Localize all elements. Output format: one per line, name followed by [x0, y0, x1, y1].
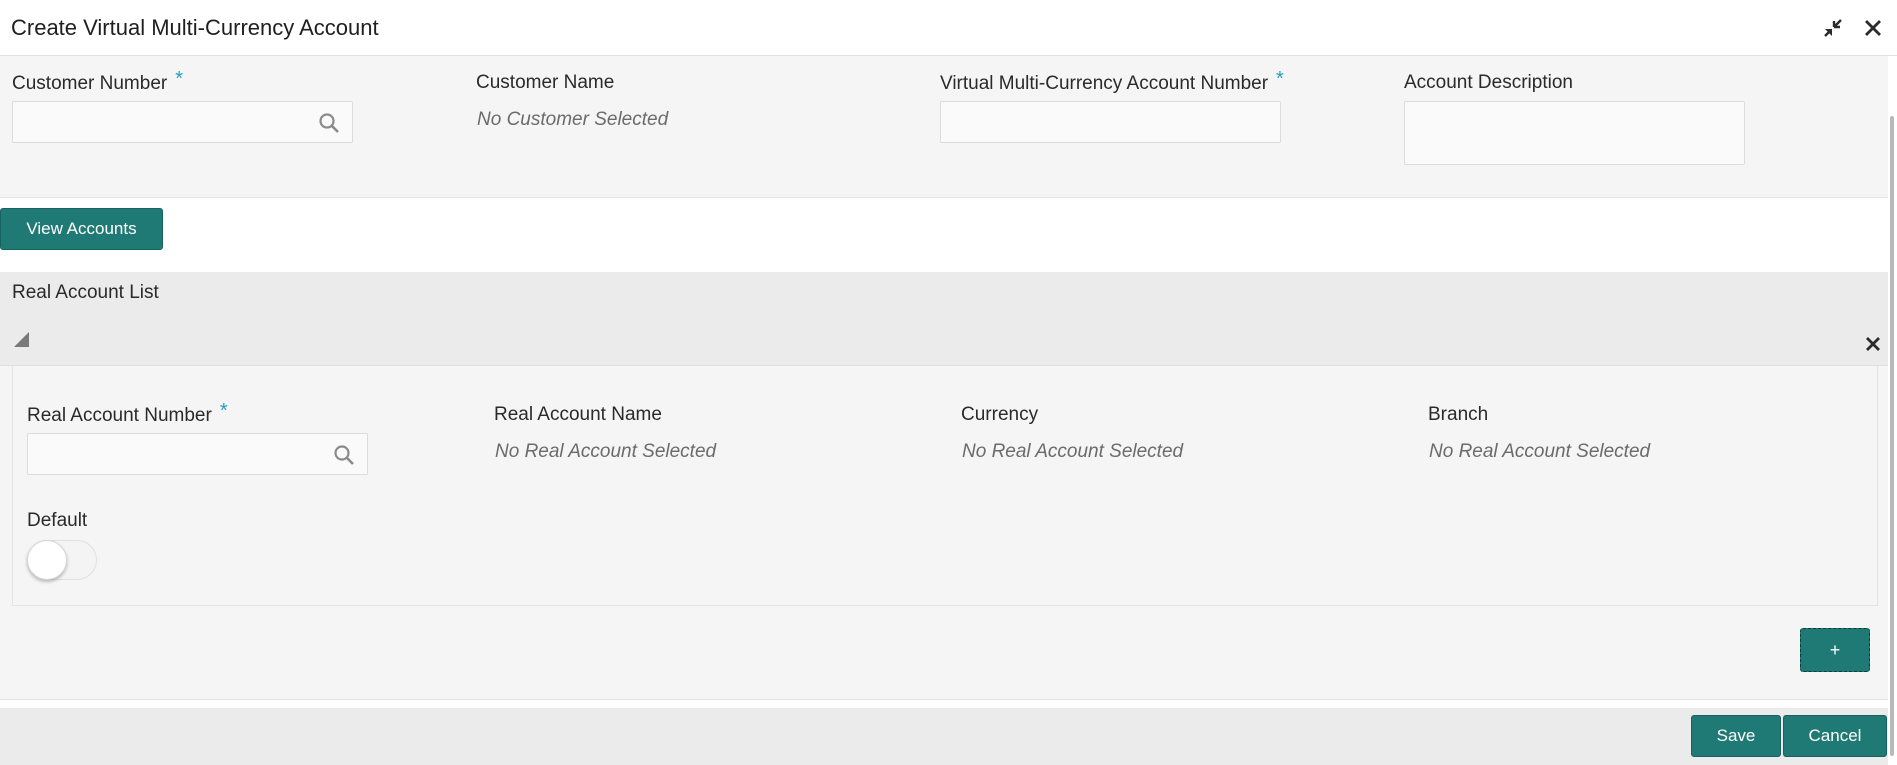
customer-name-value: No Customer Selected: [477, 109, 669, 130]
required-marker: *: [219, 400, 228, 422]
customer-name-label: Customer Name: [476, 72, 615, 93]
real-account-row-card: [12, 366, 1878, 606]
view-accounts-button[interactable]: View Accounts: [0, 208, 163, 250]
title-bar: Create Virtual Multi-Currency Account: [0, 0, 1897, 56]
vmca-number-label: Virtual Multi-Currency Account Number *: [940, 68, 1284, 94]
remove-row-close-icon[interactable]: [1863, 334, 1883, 354]
search-icon[interactable]: [333, 444, 355, 466]
cancel-button[interactable]: Cancel: [1783, 715, 1887, 757]
branch-value: No Real Account Selected: [1429, 441, 1651, 462]
real-account-list-header: Real Account List: [0, 272, 1888, 320]
minimize-arrows-icon[interactable]: [1819, 14, 1847, 42]
customer-number-input[interactable]: [13, 102, 352, 142]
vmca-number-input[interactable]: [941, 102, 1280, 142]
real-account-list-toolbar: [0, 320, 1888, 366]
currency-value: No Real Account Selected: [962, 441, 1184, 462]
required-marker: *: [1276, 68, 1284, 90]
real-account-list-title: Real Account List: [12, 282, 159, 303]
collapse-triangle-icon[interactable]: [12, 330, 30, 348]
real-account-name-value: No Real Account Selected: [495, 441, 717, 462]
real-account-number-input[interactable]: [28, 434, 367, 474]
create-vmca-window: Create Virtual Multi-Currency Account Cu…: [0, 0, 1897, 765]
footer-bar: [0, 708, 1888, 765]
real-account-number-label: Real Account Number *: [27, 400, 228, 426]
page-title: Create Virtual Multi-Currency Account: [11, 15, 379, 40]
currency-label: Currency: [961, 404, 1039, 425]
search-icon[interactable]: [318, 112, 340, 134]
real-account-name-label: Real Account Name: [494, 404, 662, 425]
vmca-number-field[interactable]: [940, 101, 1281, 143]
account-description-input[interactable]: [1405, 102, 1744, 164]
scrollbar-thumb[interactable]: [1890, 116, 1894, 756]
add-row-button[interactable]: +: [1800, 628, 1870, 672]
required-marker: *: [175, 68, 184, 90]
real-account-number-field[interactable]: [27, 433, 368, 475]
branch-label: Branch: [1428, 404, 1489, 425]
account-description-field[interactable]: [1404, 101, 1745, 165]
default-toggle[interactable]: [27, 540, 97, 580]
customer-number-label: Customer Number *: [12, 68, 184, 94]
toggle-knob: [27, 540, 67, 580]
customer-number-field[interactable]: [12, 101, 353, 143]
default-label: Default: [27, 510, 88, 531]
close-icon[interactable]: [1859, 14, 1887, 42]
save-button[interactable]: Save: [1691, 715, 1781, 757]
account-description-label: Account Description: [1404, 72, 1573, 93]
